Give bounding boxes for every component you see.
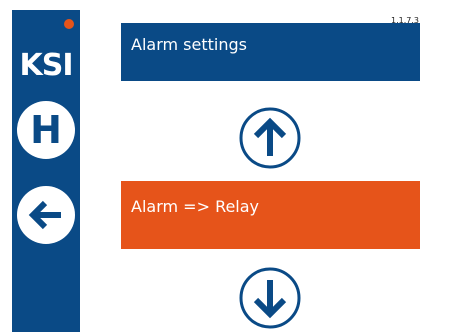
menu-item-label: Alarm settings [131,35,247,54]
ksi-logo: KSI [19,48,73,83]
back-button[interactable] [17,186,75,244]
arrow-up-icon[interactable] [238,106,302,170]
arrow-down-icon[interactable] [238,266,302,330]
arrow-left-icon [28,200,61,230]
home-button[interactable]: H [17,101,75,159]
status-indicator-dot [64,19,74,29]
menu-item-label: Alarm => Relay [131,197,260,216]
home-icon: H [30,108,62,152]
screen-border [0,0,12,332]
menu-item-alarm-relay[interactable]: Alarm => Relay [121,181,420,249]
menu-item-alarm-settings[interactable]: Alarm settings [121,23,420,81]
